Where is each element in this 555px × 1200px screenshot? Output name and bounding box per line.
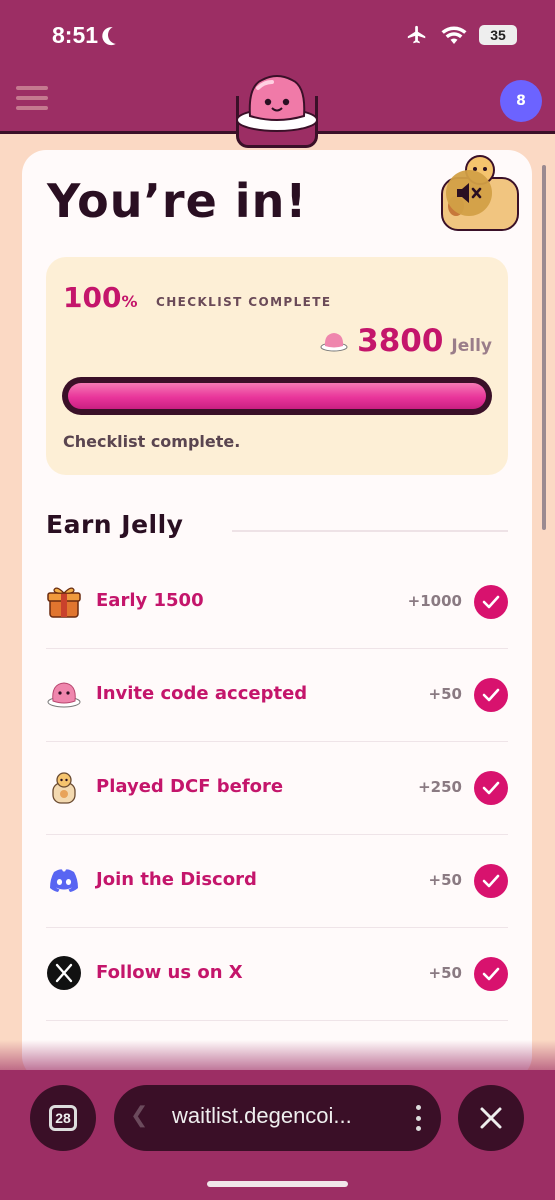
task-points: +250 (418, 778, 462, 796)
cat-icon (52, 772, 76, 804)
tabs-button[interactable]: 28 (30, 1085, 96, 1151)
tab-count: 28 (49, 1105, 77, 1131)
checklist-progress-bar (62, 377, 492, 415)
checklist-percent-value: 100 (63, 281, 122, 314)
checkmark-icon (474, 585, 508, 619)
url-bar[interactable]: ❮ waitlist.degencoi... (114, 1085, 441, 1151)
menu-icon[interactable] (16, 86, 48, 110)
task-points: +50 (428, 685, 462, 703)
jelly-icon (47, 682, 81, 708)
url-text: waitlist.degencoi... (172, 1103, 352, 1128)
task-label: Early 1500 (96, 590, 204, 611)
task-label: Played DCF before (96, 776, 284, 797)
status-bar: 8:51 35 (0, 18, 555, 58)
battery-indicator: 35 (479, 25, 517, 45)
jelly-unit: Jelly (451, 336, 492, 356)
earn-section-title: Earn Jelly (46, 510, 184, 539)
discord-icon (50, 869, 78, 892)
checklist-percent: 100% (63, 281, 137, 314)
checkmark-icon (474, 957, 508, 991)
task-label: Join the Discord (96, 869, 257, 890)
home-indicator[interactable] (207, 1181, 348, 1187)
task-label: Follow us on X (96, 962, 243, 983)
moon-icon (105, 23, 128, 46)
back-icon[interactable]: ❮ (130, 1103, 148, 1128)
page-scrollbar[interactable] (542, 165, 546, 530)
checklist-label: CHECKLIST COMPLETE (156, 295, 332, 309)
task-points: +50 (428, 964, 462, 982)
close-button[interactable] (458, 1085, 524, 1151)
checklist-panel: 100% CHECKLIST COMPLETE 3800 Jelly Check… (46, 257, 508, 475)
checklist-progress-fill (68, 383, 486, 409)
task-invite-code[interactable]: Invite code accepted +50 (46, 649, 508, 742)
mute-button[interactable] (446, 170, 492, 216)
task-early-1500[interactable]: Early 1500 +1000 (46, 556, 508, 649)
task-played-dcf[interactable]: Played DCF before +250 (46, 742, 508, 835)
wifi-icon (441, 26, 467, 44)
status-icons: 35 (405, 24, 517, 46)
gift-icon (47, 587, 81, 618)
main-card: You’re in! 100% CHECKLIST COMPLETE 3800 … (22, 150, 532, 1080)
speaker-muted-icon (457, 183, 482, 203)
status-time: 8:51 (52, 22, 99, 48)
jelly-total-value: 3800 (357, 323, 444, 359)
checkmark-icon (474, 678, 508, 712)
section-divider (232, 530, 508, 532)
checkmark-icon (474, 864, 508, 898)
notification-badge[interactable]: 8 (500, 80, 542, 122)
percent-sign: % (121, 292, 138, 311)
task-points: +1000 (407, 592, 462, 610)
jelly-icon (320, 333, 348, 352)
more-options-icon[interactable] (415, 1105, 421, 1131)
jelly-total: 3800 Jelly (319, 323, 492, 359)
task-list: Early 1500 +1000 Invite code accepted +5… (46, 556, 508, 1021)
airplane-icon (407, 25, 426, 44)
task-points: +50 (428, 871, 462, 889)
task-follow-x[interactable]: Follow us on X +50 (46, 928, 508, 1021)
task-label: Invite code accepted (96, 683, 308, 704)
jelly-logo-icon[interactable] (232, 70, 322, 134)
checkmark-icon (474, 771, 508, 805)
checklist-status: Checklist complete. (63, 432, 241, 451)
page-title: You’re in! (47, 174, 308, 228)
x-icon (47, 956, 81, 990)
close-icon (480, 1107, 502, 1129)
task-join-discord[interactable]: Join the Discord +50 (46, 835, 508, 928)
